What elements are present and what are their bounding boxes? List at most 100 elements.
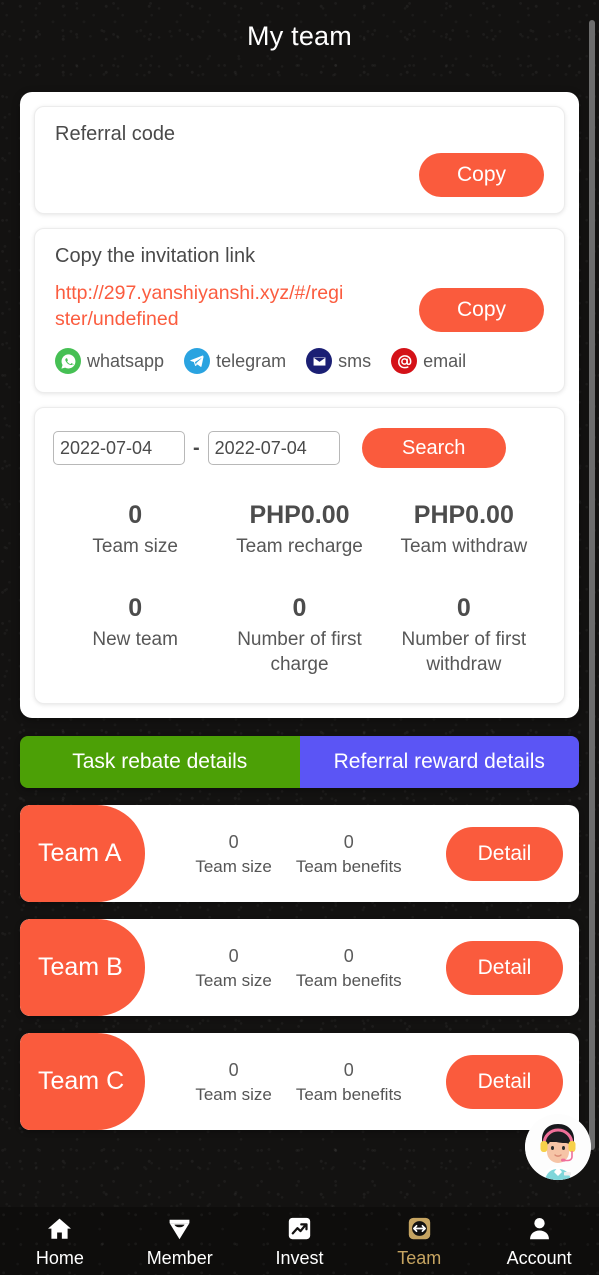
nav-label-member: Member (146, 1247, 213, 1268)
team-badge-b: Team B (20, 919, 145, 1016)
team-b-size-label: Team size (195, 970, 272, 990)
referral-code-card: Referral code Copy (34, 106, 565, 214)
customer-service-avatar-icon[interactable] (525, 1114, 591, 1180)
telegram-icon (184, 348, 211, 374)
start-date-input[interactable] (53, 431, 185, 465)
team-b-benefits-label: Team benefits (295, 970, 402, 990)
stat-first-charge-value: 0 (292, 594, 307, 622)
stat-first-withdraw-label: Number of first withdraw (401, 629, 527, 675)
bottom-navigation: Home Member Invest Team Account (0, 1207, 599, 1275)
page-header: My team (0, 0, 599, 72)
scroll-area[interactable]: Referral code Copy Copy the invitation l… (0, 72, 599, 1207)
invitation-link-row: http://297.yanshiyanshi.xyz/#/register/u… (55, 280, 544, 332)
nav-label-team: Team (397, 1247, 442, 1268)
team-b-benefits-value: 0 (343, 945, 354, 966)
nav-label-home: Home (35, 1247, 84, 1268)
tab-task-rebate-details[interactable]: Task rebate details (20, 736, 300, 788)
team-row[interactable]: Team C 0 Team size 0 Team benefits Detai… (20, 1033, 579, 1130)
team-badge-a: Team A (20, 805, 145, 902)
team-stats-card: - Search 0 Team size PHP0.00 Team rechar… (34, 407, 565, 704)
team-a-benefits-label: Team benefits (295, 856, 402, 876)
stat-first-charge-label: Number of first charge (237, 629, 362, 675)
stats-row-1: 0 Team size PHP0.00 Team recharge PHP0.0… (53, 500, 546, 559)
team-a-size-value: 0 (228, 831, 239, 852)
share-telegram[interactable]: telegram (184, 348, 286, 374)
stat-new-team-label: New team (92, 629, 178, 650)
share-sms[interactable]: sms (306, 348, 371, 374)
copy-referral-code-button[interactable]: Copy (419, 153, 544, 197)
stat-team-recharge-label: Team recharge (236, 536, 363, 557)
person-icon (524, 1214, 554, 1244)
team-a-stats: 0 Team size 0 Team benefits (151, 829, 446, 879)
team-b-benefits: 0 Team benefits (296, 943, 402, 993)
page-title: My team (247, 20, 352, 51)
share-email-label: email (423, 350, 467, 371)
team-a-detail-button[interactable]: Detail (446, 826, 563, 881)
copy-invitation-link-button[interactable]: Copy (419, 288, 544, 332)
share-whatsapp[interactable]: whatsapp (55, 348, 164, 374)
stat-team-size: 0 Team size (53, 500, 217, 559)
team-b-detail-button[interactable]: Detail (446, 940, 563, 995)
whatsapp-icon (55, 348, 81, 374)
team-c-size: 0 Team size (195, 1057, 272, 1107)
date-range-separator: - (193, 436, 200, 459)
nav-item-member[interactable]: Member (120, 1214, 240, 1269)
nav-item-invest[interactable]: Invest (240, 1214, 360, 1269)
share-email[interactable]: email (391, 348, 466, 374)
team-b-stats: 0 Team size 0 Team benefits (151, 943, 446, 993)
referral-code-label: Referral code (55, 123, 176, 145)
sms-icon (306, 348, 333, 374)
invitation-link-text[interactable]: http://297.yanshiyanshi.xyz/#/register/u… (55, 280, 345, 332)
team-c-stats: 0 Team size 0 Team benefits (151, 1057, 446, 1107)
stat-team-recharge: PHP0.00 Team recharge (217, 500, 381, 559)
team-row[interactable]: Team B 0 Team size 0 Team benefits Detai… (20, 919, 579, 1016)
chart-up-icon (284, 1214, 314, 1244)
team-exchange-icon (404, 1214, 434, 1244)
team-c-detail-button[interactable]: Detail (446, 1054, 563, 1109)
vertical-scrollbar[interactable] (589, 20, 595, 1150)
team-c-benefits: 0 Team benefits (296, 1057, 402, 1107)
stat-team-withdraw-label: Team withdraw (400, 536, 528, 557)
stat-team-size-label: Team size (92, 536, 178, 557)
share-sms-label: sms (338, 350, 372, 371)
content-panel: Referral code Copy Copy the invitation l… (20, 92, 579, 718)
invitation-link-card: Copy the invitation link http://297.yans… (34, 228, 565, 393)
stat-new-team-value: 0 (128, 594, 143, 622)
team-a-size-label: Team size (195, 856, 272, 876)
team-badge-c: Team C (20, 1033, 145, 1130)
date-range-row: - Search (53, 428, 546, 468)
nav-item-account[interactable]: Account (479, 1214, 599, 1269)
nav-item-home[interactable]: Home (0, 1214, 120, 1269)
app-root: My team Referral code Copy Copy the invi… (0, 0, 599, 1275)
stat-team-recharge-value: PHP0.00 (249, 501, 350, 529)
home-icon (45, 1214, 75, 1244)
stat-new-team: 0 New team (53, 593, 217, 677)
invitation-link-label: Copy the invitation link (55, 245, 256, 267)
stat-team-withdraw: PHP0.00 Team withdraw (382, 500, 546, 559)
diamond-icon (165, 1214, 195, 1244)
stat-first-withdraw: 0 Number of first withdraw (382, 593, 546, 677)
team-c-size-label: Team size (195, 1084, 272, 1104)
team-a-benefits: 0 Team benefits (296, 829, 402, 879)
search-button[interactable]: Search (361, 428, 506, 468)
team-b-size: 0 Team size (195, 943, 272, 993)
end-date-input[interactable] (207, 431, 340, 465)
nav-item-team[interactable]: Team (359, 1214, 479, 1269)
stat-team-size-value: 0 (128, 501, 143, 529)
share-telegram-label: telegram (216, 350, 287, 371)
team-c-benefits-value: 0 (343, 1059, 354, 1080)
team-c-benefits-label: Team benefits (295, 1084, 402, 1104)
nav-label-invest: Invest (275, 1247, 324, 1268)
stat-team-withdraw-value: PHP0.00 (413, 501, 514, 529)
team-c-size-value: 0 (228, 1059, 239, 1080)
nav-label-account: Account (506, 1247, 572, 1268)
email-icon (391, 348, 418, 374)
stats-row-2: 0 New team 0 Number of first charge 0 Nu… (53, 593, 546, 677)
team-a-benefits-value: 0 (343, 831, 354, 852)
team-row[interactable]: Team A 0 Team size 0 Team benefits Detai… (20, 805, 579, 902)
tab-referral-reward-details[interactable]: Referral reward details (299, 736, 579, 788)
team-b-size-value: 0 (228, 945, 239, 966)
share-whatsapp-label: whatsapp (87, 350, 165, 371)
team-a-size: 0 Team size (195, 829, 272, 879)
stat-first-charge: 0 Number of first charge (217, 593, 381, 677)
